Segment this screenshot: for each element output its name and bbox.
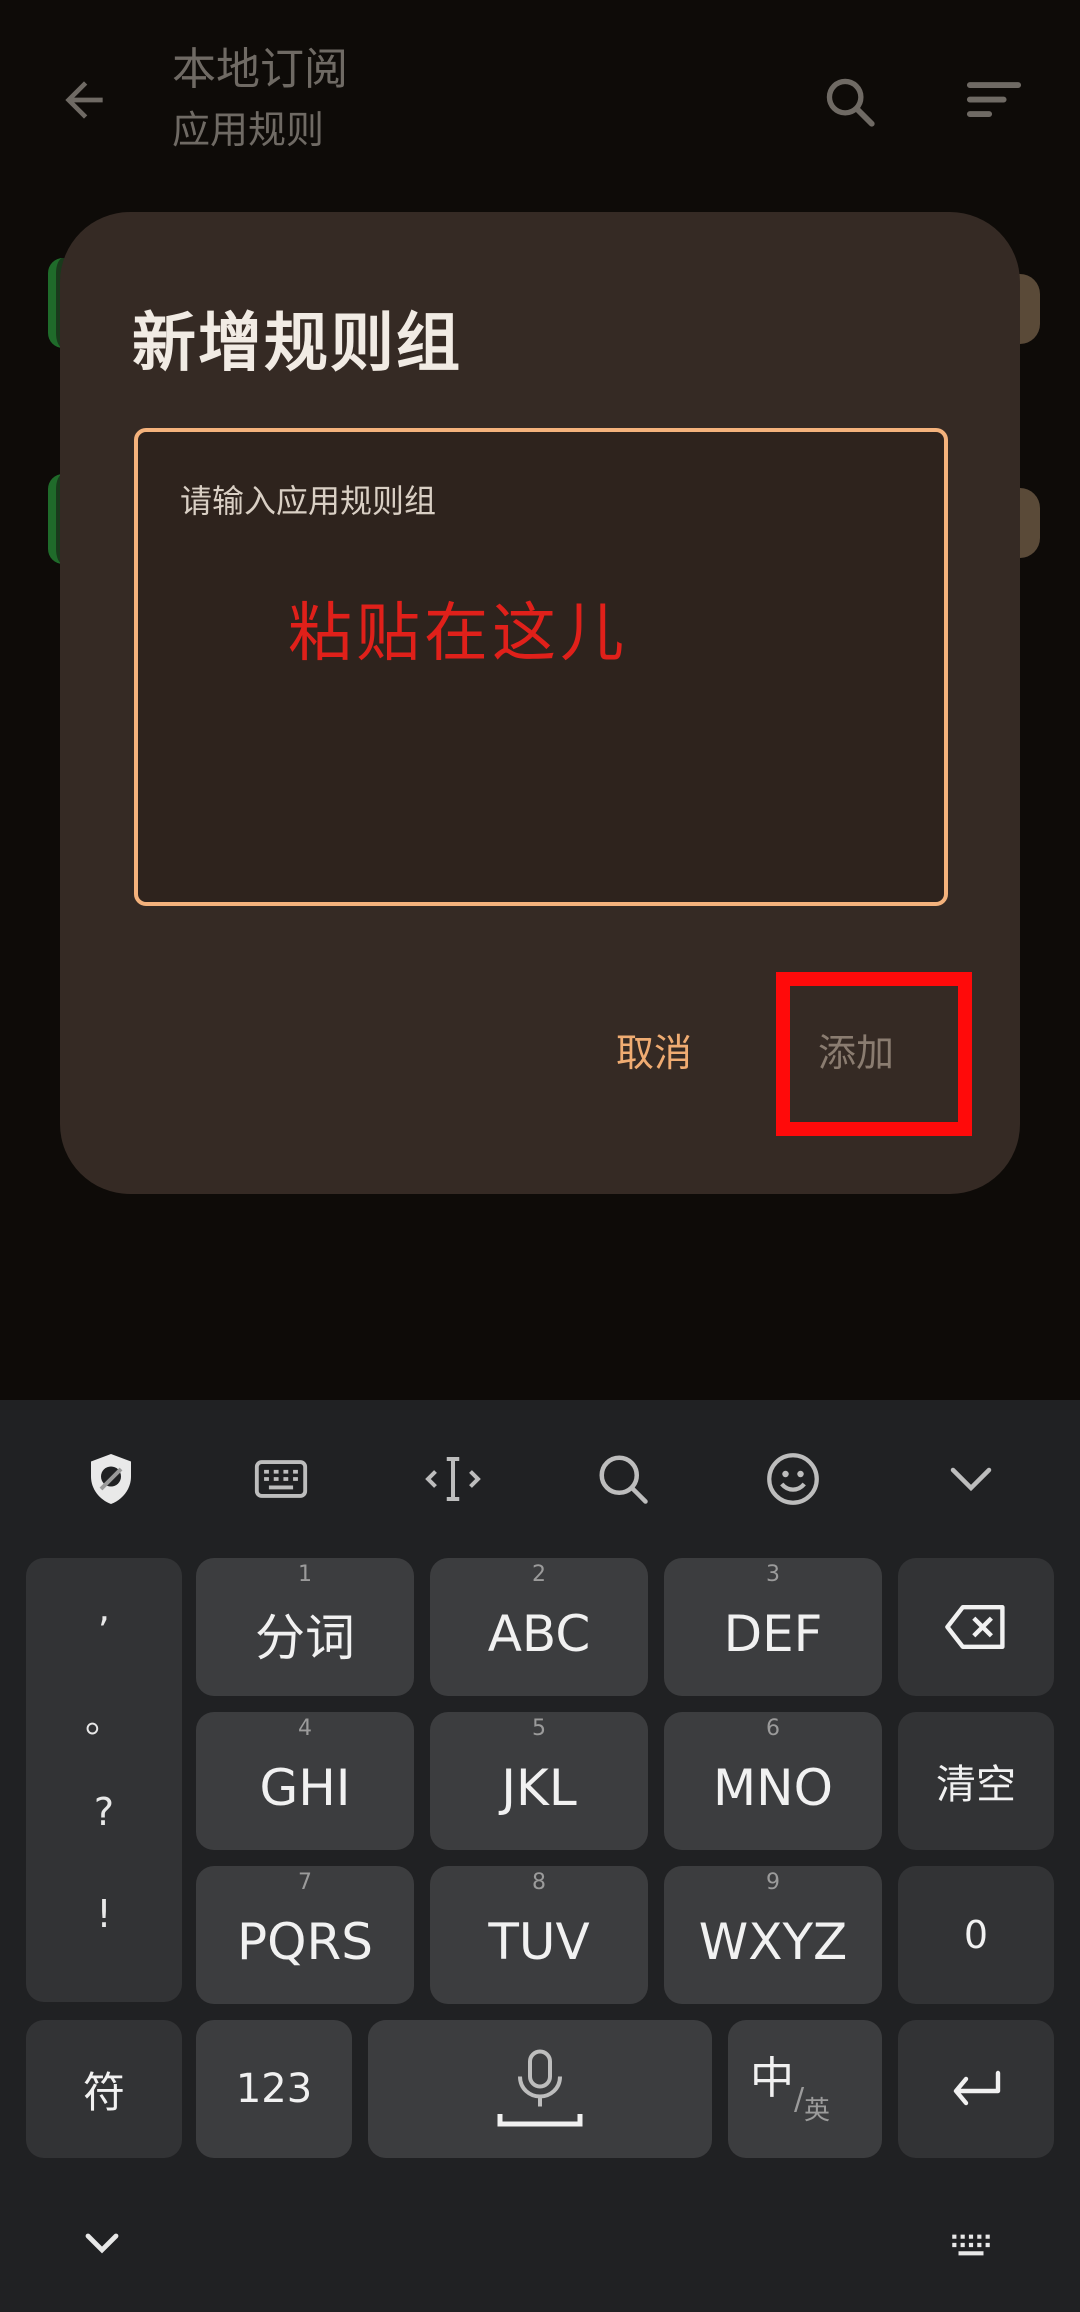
sort-button[interactable] [956,64,1032,140]
dialog-title: 新增规则组 [132,307,462,381]
emoji-button[interactable] [758,1444,828,1514]
search-button[interactable] [812,64,888,140]
switch-keyboard-button[interactable] [946,2220,1006,2280]
chevron-down-icon [85,2233,119,2254]
back-button[interactable] [44,60,124,140]
arrow-left-icon [65,81,103,119]
language-switch-key[interactable]: 中 / 英 [728,2020,882,2158]
backspace-icon [945,1605,1005,1649]
cursor-icon [425,1457,481,1501]
lang-main-label: 中 [749,2053,794,2104]
shield-icon [91,1454,131,1504]
paste-here-annotation: 粘贴在这儿 [288,597,628,671]
hide-keyboard-button[interactable] [936,1444,1006,1514]
space-key[interactable] [368,2020,712,2158]
page-subtitle: 应用规则 [172,108,325,152]
punct-question[interactable]: ? [26,1790,182,1834]
title-block: 本地订阅 应用规则 [172,40,348,158]
highlight-annotation-box [776,972,972,1136]
cancel-button[interactable]: 取消 [600,1012,708,1087]
backspace-key[interactable] [898,1558,1054,1696]
sort-icon [966,82,1022,117]
keyboard-grid-icon [952,2234,990,2256]
numbers-key[interactable]: 123 [196,2020,352,2158]
key-8[interactable]: 8 TUV [430,1866,648,2004]
lang-divider: / [793,2081,805,2117]
keyboard-switch-button[interactable] [246,1444,316,1514]
key-2[interactable]: 2 ABC [430,1558,648,1696]
microphone-icon [497,2049,583,2127]
key-5[interactable]: 5 JKL [430,1712,648,1850]
key-9[interactable]: 9 WXYZ [664,1866,882,2004]
enter-icon [953,2070,1001,2106]
punct-comma[interactable]: , [26,1586,182,1630]
add-rule-group-dialog: 新增规则组 请输入应用规则组 粘贴在这儿 取消 添加 [60,212,1020,1194]
punct-period[interactable]: 。 [26,1688,182,1743]
punct-exclaim[interactable]: ! [26,1892,182,1936]
ime-keyboard: , 。 ? ! 1 分词 2 ABC 3 DEF 4 GHI 5 JKL 6 M… [0,1400,1080,2312]
emoji-icon [767,1453,819,1505]
keyboard-icon [254,1460,308,1498]
key-4[interactable]: 4 GHI [196,1712,414,1850]
shield-button[interactable] [76,1444,146,1514]
key-1[interactable]: 1 分词 [196,1558,414,1696]
keyboard-search-button[interactable] [588,1444,658,1514]
punctuation-column[interactable]: , 。 ? ! [26,1558,182,2002]
rule-group-input[interactable]: 请输入应用规则组 粘贴在这儿 [134,428,948,906]
input-placeholder: 请输入应用规则组 [180,482,437,520]
clear-key[interactable]: 清空 [898,1712,1054,1850]
keyboard-toolbar [0,1400,1080,1550]
page-title: 本地订阅 [172,44,348,95]
lang-sub-label: 英 [804,2095,831,2126]
key-7[interactable]: 7 PQRS [196,1866,414,2004]
collapse-keyboard-button[interactable] [78,2220,138,2280]
search-icon [826,78,875,127]
search-icon [599,1455,648,1504]
keyboard-bottom-bar [0,2190,1080,2312]
symbols-key[interactable]: 符 [26,2020,182,2158]
key-6[interactable]: 6 MNO [664,1712,882,1850]
app-bar: 本地订阅 应用规则 [0,0,1080,190]
cursor-move-button[interactable] [418,1444,488,1514]
enter-key[interactable] [898,2020,1054,2158]
zero-key[interactable]: 0 [898,1866,1054,2004]
key-3[interactable]: 3 DEF [664,1558,882,1696]
chevron-down-icon [950,1467,992,1492]
